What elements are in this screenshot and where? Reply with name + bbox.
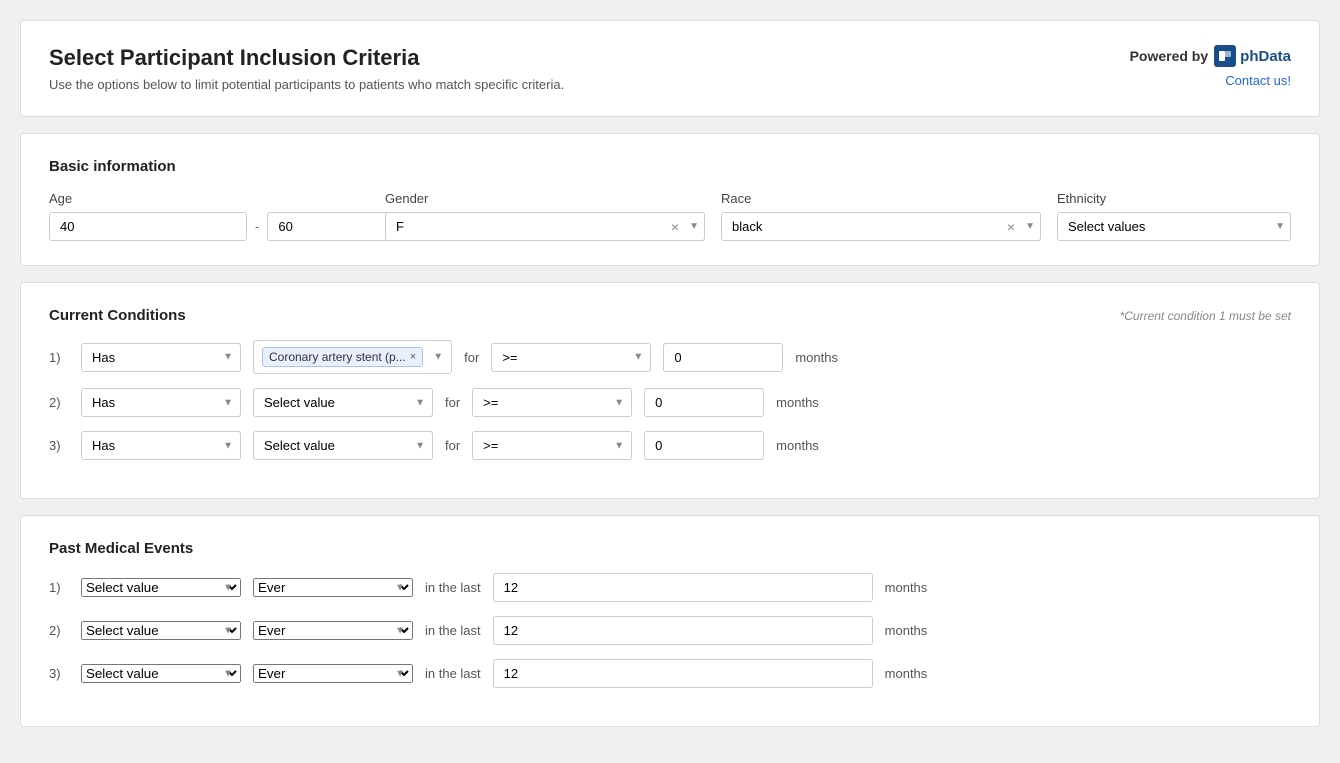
condition-3-months-label: months <box>776 438 819 453</box>
condition-row-1: 1) Has Has Not ▼ Coronary artery stent (… <box>49 340 1291 374</box>
past-row-3: 3) Select value ▼ Ever Recent Past ▼ in … <box>49 659 1291 688</box>
condition-1-op-wrapper: >= <= > < = ▼ <box>491 343 651 372</box>
basic-info-title: Basic information <box>49 158 1291 175</box>
condition-row-1-number: 1) <box>49 350 69 365</box>
past-2-timing-select[interactable]: Ever Recent Past <box>253 621 413 640</box>
condition-1-has-wrapper: Has Has Not ▼ <box>81 343 241 372</box>
past-row-1: 1) Select value ▼ Ever Recent Past ▼ in … <box>49 573 1291 602</box>
past-1-months-input[interactable] <box>493 573 873 602</box>
phdata-logo: phData <box>1214 45 1291 67</box>
age-separator: - <box>255 219 259 234</box>
ethnicity-select-wrapper: Select values Hispanic Non-Hispanic ▼ <box>1057 212 1291 241</box>
past-1-timing-select[interactable]: Ever Recent Past <box>253 578 413 597</box>
race-label: Race <box>721 191 1041 206</box>
past-2-value-select[interactable]: Select value <box>81 621 241 640</box>
condition-row-3: 3) Has Has Not ▼ Select value ▼ for >= <… <box>49 431 1291 460</box>
age-field-group: Age - <box>49 191 369 241</box>
phdata-icon <box>1214 45 1236 67</box>
current-conditions-card: Current Conditions *Current condition 1 … <box>20 282 1320 499</box>
race-clear-button[interactable]: × <box>1005 220 1017 234</box>
conditions-title: Current Conditions <box>49 307 186 324</box>
past-1-in-the-last-label: in the last <box>425 580 481 595</box>
condition-2-has-select[interactable]: Has Has Not <box>81 388 241 417</box>
condition-3-for-label: for <box>445 438 460 453</box>
condition-1-months-input[interactable] <box>663 343 783 372</box>
past-2-value-wrapper: Select value ▼ <box>81 621 241 640</box>
condition-1-value-arrow: ▼ <box>433 352 443 363</box>
condition-3-op-wrapper: >= <= > < = ▼ <box>472 431 632 460</box>
condition-2-months-input[interactable] <box>644 388 764 417</box>
conditions-section-header: Current Conditions *Current condition 1 … <box>49 307 1291 324</box>
condition-2-value-wrapper: Select value ▼ <box>253 388 433 417</box>
age-min-input[interactable] <box>49 212 247 241</box>
past-1-value-wrapper: Select value ▼ <box>81 578 241 597</box>
gender-clear-button[interactable]: × <box>669 220 681 234</box>
page-subtitle: Use the options below to limit potential… <box>49 77 564 92</box>
condition-1-tag: Coronary artery stent (p... × <box>262 347 423 367</box>
gender-label: Gender <box>385 191 705 206</box>
past-2-in-the-last-label: in the last <box>425 623 481 638</box>
past-1-months-label: months <box>885 580 928 595</box>
condition-1-months-label: months <box>795 350 838 365</box>
past-2-timing-wrapper: Ever Recent Past ▼ <box>253 621 413 640</box>
condition-1-for-label: for <box>464 350 479 365</box>
past-3-timing-select[interactable]: Ever Recent Past <box>253 664 413 683</box>
past-medical-title: Past Medical Events <box>49 540 1291 557</box>
condition-2-has-wrapper: Has Has Not ▼ <box>81 388 241 417</box>
condition-1-tag-text: Coronary artery stent (p... <box>269 350 406 364</box>
condition-3-op-select[interactable]: >= <= > < = <box>472 431 632 460</box>
gender-select[interactable]: F M Other <box>385 212 705 241</box>
gender-field-group: Gender F M Other × ▼ <box>385 191 705 241</box>
past-3-value-wrapper: Select value ▼ <box>81 664 241 683</box>
past-3-months-label: months <box>885 666 928 681</box>
condition-2-months-label: months <box>776 395 819 410</box>
ethnicity-label: Ethnicity <box>1057 191 1291 206</box>
condition-1-tag-remove[interactable]: × <box>410 351 416 363</box>
past-3-value-select[interactable]: Select value <box>81 664 241 683</box>
past-medical-card: Past Medical Events 1) Select value ▼ Ev… <box>20 515 1320 727</box>
powered-by-section: Powered by phData Contact us! <box>1130 45 1291 88</box>
past-row-2: 2) Select value ▼ Ever Recent Past ▼ in … <box>49 616 1291 645</box>
gender-select-wrapper: F M Other × ▼ <box>385 212 705 241</box>
condition-1-value-wrapper[interactable]: Coronary artery stent (p... × ▼ <box>253 340 452 374</box>
condition-row-2: 2) Has Has Not ▼ Select value ▼ for >= <… <box>49 388 1291 417</box>
page-title: Select Participant Inclusion Criteria <box>49 45 564 71</box>
condition-3-has-select[interactable]: Has Has Not <box>81 431 241 460</box>
condition-3-has-wrapper: Has Has Not ▼ <box>81 431 241 460</box>
ethnicity-select[interactable]: Select values Hispanic Non-Hispanic <box>1057 212 1291 241</box>
past-row-2-number: 2) <box>49 623 69 638</box>
ethnicity-field-group: Ethnicity Select values Hispanic Non-His… <box>1057 191 1291 241</box>
race-select[interactable]: black white asian hispanic <box>721 212 1041 241</box>
condition-2-op-select[interactable]: >= <= > < = <box>472 388 632 417</box>
past-2-months-label: months <box>885 623 928 638</box>
past-row-1-number: 1) <box>49 580 69 595</box>
basic-info-card: Basic information Age - Gender F M Oth <box>20 133 1320 266</box>
past-3-months-input[interactable] <box>493 659 873 688</box>
past-3-timing-wrapper: Ever Recent Past ▼ <box>253 664 413 683</box>
past-1-value-select[interactable]: Select value <box>81 578 241 597</box>
past-3-in-the-last-label: in the last <box>425 666 481 681</box>
past-row-3-number: 3) <box>49 666 69 681</box>
race-select-wrapper: black white asian hispanic × ▼ <box>721 212 1041 241</box>
condition-2-for-label: for <box>445 395 460 410</box>
contact-link[interactable]: Contact us! <box>1225 73 1291 88</box>
condition-2-value-select[interactable]: Select value <box>253 388 433 417</box>
age-label: Age <box>49 191 369 206</box>
age-range: - <box>49 212 369 241</box>
condition-row-3-number: 3) <box>49 438 69 453</box>
condition-note: *Current condition 1 must be set <box>1120 309 1291 323</box>
condition-3-value-select[interactable]: Select value <box>253 431 433 460</box>
condition-row-2-number: 2) <box>49 395 69 410</box>
race-field-group: Race black white asian hispanic × ▼ <box>721 191 1041 241</box>
condition-3-months-input[interactable] <box>644 431 764 460</box>
past-2-months-input[interactable] <box>493 616 873 645</box>
condition-3-value-wrapper: Select value ▼ <box>253 431 433 460</box>
condition-1-has-select[interactable]: Has Has Not <box>81 343 241 372</box>
powered-by-label: Powered by phData <box>1130 45 1291 67</box>
past-1-timing-wrapper: Ever Recent Past ▼ <box>253 578 413 597</box>
condition-2-op-wrapper: >= <= > < = ▼ <box>472 388 632 417</box>
condition-1-op-select[interactable]: >= <= > < = <box>491 343 651 372</box>
